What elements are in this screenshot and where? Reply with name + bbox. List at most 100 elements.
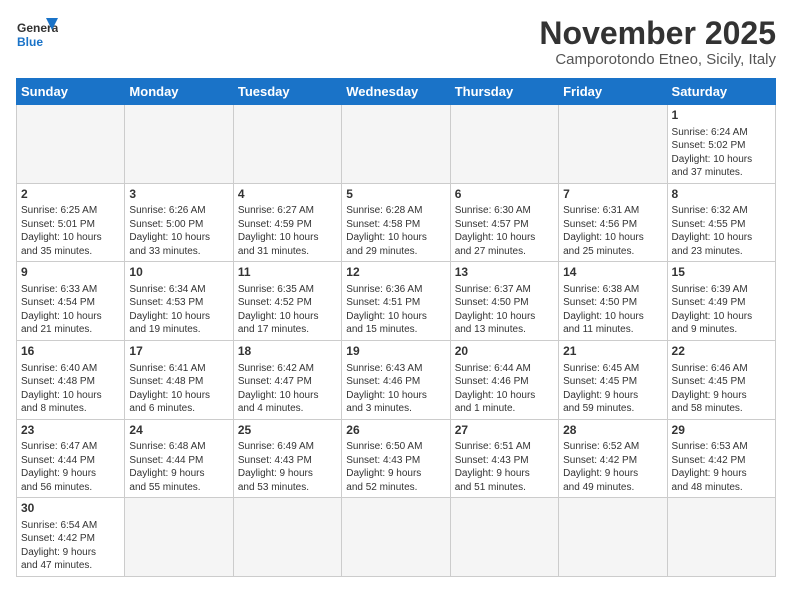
day-info: Sunrise: 6:45 AM Sunset: 4:45 PM Dayligh… [563,362,662,416]
day-number: 25 [238,423,337,439]
day-number: 30 [21,501,120,517]
day-number: 19 [346,344,445,360]
day-info: Sunrise: 6:37 AM Sunset: 4:50 PM Dayligh… [455,283,554,337]
calendar-cell [233,105,341,184]
calendar-cell: 14 Sunrise: 6:38 AM Sunset: 4:50 PM Dayli… [559,262,667,341]
day-number: 14 [563,265,662,281]
calendar-cell: 13 Sunrise: 6:37 AM Sunset: 4:50 PM Dayli… [450,262,558,341]
day-info: Sunrise: 6:30 AM Sunset: 4:57 PM Dayligh… [455,204,554,258]
day-info: Sunrise: 6:41 AM Sunset: 4:48 PM Dayligh… [129,362,228,416]
day-number: 11 [238,265,337,281]
day-number: 5 [346,187,445,203]
calendar-cell: 19Sunrise: 6:43 AM Sunset: 4:46 PM Dayli… [342,340,450,419]
day-number: 1 [672,108,771,124]
day-info: Sunrise: 6:26 AM Sunset: 5:00 PM Dayligh… [129,204,228,258]
calendar-cell [125,498,233,577]
weekday-header-tuesday: Tuesday [233,79,341,105]
title-area: November 2025 Camporotondo Etneo, Sicily… [539,16,776,68]
calendar-cell [559,498,667,577]
calendar-body: 1 Sunrise: 6:24 AM Sunset: 5:02 PM Daylig… [17,105,776,577]
svg-text:Blue: Blue [17,35,43,49]
day-info: Sunrise: 6:32 AM Sunset: 4:55 PM Dayligh… [672,204,771,258]
day-number: 18 [238,344,337,360]
calendar-cell: 24Sunrise: 6:48 AM Sunset: 4:44 PM Dayli… [125,419,233,498]
day-number: 16 [21,344,120,360]
calendar-cell [559,105,667,184]
calendar-table: SundayMondayTuesdayWednesdayThursdayFrid… [16,78,776,577]
calendar-cell: 7Sunrise: 6:31 AM Sunset: 4:56 PM Daylig… [559,183,667,262]
day-info: Sunrise: 6:51 AM Sunset: 4:43 PM Dayligh… [455,440,554,494]
day-number: 21 [563,344,662,360]
calendar-cell: 17 Sunrise: 6:41 AM Sunset: 4:48 PM Dayli… [125,340,233,419]
calendar-cell: 18Sunrise: 6:42 AM Sunset: 4:47 PM Dayli… [233,340,341,419]
day-number: 12 [346,265,445,281]
day-number: 15 [672,265,771,281]
calendar-cell: 22Sunrise: 6:46 AM Sunset: 4:45 PM Dayli… [667,340,775,419]
day-info: Sunrise: 6:50 AM Sunset: 4:43 PM Dayligh… [346,440,445,494]
day-info: Sunrise: 6:35 AM Sunset: 4:52 PM Dayligh… [238,283,337,337]
day-number: 28 [563,423,662,439]
weekday-header-friday: Friday [559,79,667,105]
day-number: 6 [455,187,554,203]
calendar-cell: 2Sunrise: 6:25 AM Sunset: 5:01 PM Daylig… [17,183,125,262]
day-info: Sunrise: 6:33 AM Sunset: 4:54 PM Dayligh… [21,283,120,337]
day-info: Sunrise: 6:49 AM Sunset: 4:43 PM Dayligh… [238,440,337,494]
calendar-cell: 16 Sunrise: 6:40 AM Sunset: 4:48 PM Dayli… [17,340,125,419]
day-info: Sunrise: 6:40 AM Sunset: 4:48 PM Dayligh… [21,362,120,416]
calendar-cell: 29Sunrise: 6:53 AM Sunset: 4:42 PM Dayli… [667,419,775,498]
day-number: 20 [455,344,554,360]
day-number: 22 [672,344,771,360]
weekday-header-monday: Monday [125,79,233,105]
calendar-cell: 27Sunrise: 6:51 AM Sunset: 4:43 PM Dayli… [450,419,558,498]
day-info: Sunrise: 6:38 AM Sunset: 4:50 PM Dayligh… [563,283,662,337]
header: General Blue November 2025 Camporotondo … [16,16,776,68]
calendar-cell: 28Sunrise: 6:52 AM Sunset: 4:42 PM Dayli… [559,419,667,498]
week-row-2: 9Sunrise: 6:33 AM Sunset: 4:54 PM Daylig… [17,262,776,341]
calendar-cell [125,105,233,184]
weekday-row: SundayMondayTuesdayWednesdayThursdayFrid… [17,79,776,105]
day-info: Sunrise: 6:31 AM Sunset: 4:56 PM Dayligh… [563,204,662,258]
calendar-cell: 1 Sunrise: 6:24 AM Sunset: 5:02 PM Daylig… [667,105,775,184]
calendar-cell: 11 Sunrise: 6:35 AM Sunset: 4:52 PM Dayli… [233,262,341,341]
calendar-subtitle: Camporotondo Etneo, Sicily, Italy [539,51,776,68]
day-info: Sunrise: 6:25 AM Sunset: 5:01 PM Dayligh… [21,204,120,258]
day-number: 7 [563,187,662,203]
day-number: 17 [129,344,228,360]
calendar-cell [233,498,341,577]
calendar-cell [342,105,450,184]
week-row-3: 16 Sunrise: 6:40 AM Sunset: 4:48 PM Dayli… [17,340,776,419]
weekday-header-saturday: Saturday [667,79,775,105]
day-info: Sunrise: 6:24 AM Sunset: 5:02 PM Dayligh… [672,126,771,180]
day-number: 3 [129,187,228,203]
logo: General Blue [16,16,58,58]
week-row-5: 30Sunrise: 6:54 AM Sunset: 4:42 PM Dayli… [17,498,776,577]
day-info: Sunrise: 6:27 AM Sunset: 4:59 PM Dayligh… [238,204,337,258]
calendar-cell: 3Sunrise: 6:26 AM Sunset: 5:00 PM Daylig… [125,183,233,262]
day-info: Sunrise: 6:48 AM Sunset: 4:44 PM Dayligh… [129,440,228,494]
calendar-cell: 12Sunrise: 6:36 AM Sunset: 4:51 PM Dayli… [342,262,450,341]
day-info: Sunrise: 6:44 AM Sunset: 4:46 PM Dayligh… [455,362,554,416]
weekday-header-wednesday: Wednesday [342,79,450,105]
calendar-cell: 26Sunrise: 6:50 AM Sunset: 4:43 PM Dayli… [342,419,450,498]
calendar-cell: 23Sunrise: 6:47 AM Sunset: 4:44 PM Dayli… [17,419,125,498]
day-number: 10 [129,265,228,281]
calendar-cell [450,105,558,184]
calendar-title: November 2025 [539,16,776,51]
day-number: 27 [455,423,554,439]
calendar-cell: 30Sunrise: 6:54 AM Sunset: 4:42 PM Dayli… [17,498,125,577]
week-row-0: 1 Sunrise: 6:24 AM Sunset: 5:02 PM Daylig… [17,105,776,184]
calendar-cell [17,105,125,184]
day-number: 8 [672,187,771,203]
calendar-cell [450,498,558,577]
logo-svg: General Blue [16,16,58,58]
calendar-cell: 10Sunrise: 6:34 AM Sunset: 4:53 PM Dayli… [125,262,233,341]
calendar-cell: 6Sunrise: 6:30 AM Sunset: 4:57 PM Daylig… [450,183,558,262]
day-number: 23 [21,423,120,439]
day-number: 2 [21,187,120,203]
day-info: Sunrise: 6:39 AM Sunset: 4:49 PM Dayligh… [672,283,771,337]
calendar-cell: 8Sunrise: 6:32 AM Sunset: 4:55 PM Daylig… [667,183,775,262]
day-number: 13 [455,265,554,281]
weekday-header-sunday: Sunday [17,79,125,105]
weekday-header-thursday: Thursday [450,79,558,105]
calendar-header: SundayMondayTuesdayWednesdayThursdayFrid… [17,79,776,105]
